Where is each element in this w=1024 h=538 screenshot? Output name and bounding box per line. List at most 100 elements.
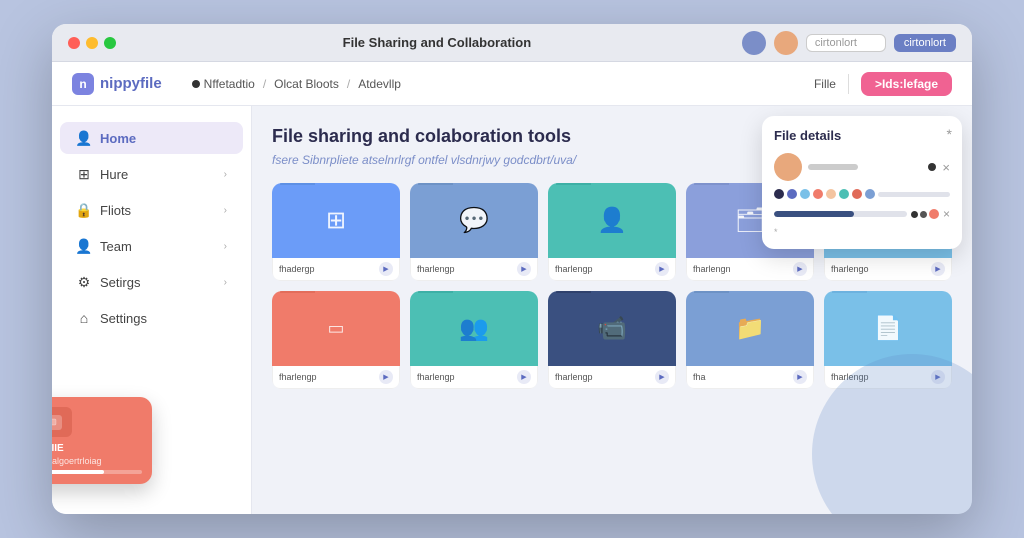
folder-icon-3: 👤: [597, 206, 627, 235]
close-dot[interactable]: [68, 37, 80, 49]
file-details-panel: File details * ×: [762, 116, 962, 249]
floating-progress-fill: [52, 470, 104, 474]
file-card-8[interactable]: 📹 fharlengp ▶: [548, 291, 676, 389]
sidebar-item-settings[interactable]: ⌂ Settings: [60, 302, 243, 334]
panel-close-btn[interactable]: *: [947, 126, 952, 142]
navbar: n nippyfile Nffetadtio / Olcat Bloots / …: [52, 62, 972, 106]
panel-user-row: ×: [774, 153, 950, 181]
folder-play-4[interactable]: ▶: [793, 262, 807, 276]
titlebar-right: cirtonlort: [742, 31, 956, 55]
folder-play-5[interactable]: ▶: [931, 262, 945, 276]
folder-tab-9: [694, 291, 729, 293]
folder-tab-7: [418, 291, 453, 293]
sidebar-item-setirgs-left: ⚙ Setirgs: [76, 274, 140, 290]
breadcrumb-dot: [192, 80, 200, 88]
folder-play-6[interactable]: ▶: [379, 370, 393, 384]
breadcrumb-2[interactable]: Olcat Bloots: [274, 77, 339, 91]
sidebar-item-team[interactable]: 👤 Team ›: [60, 230, 243, 262]
panel-colors-row: [774, 189, 950, 199]
breadcrumb-sep-1: /: [263, 77, 266, 91]
breadcrumb-1[interactable]: Nffetadtio: [192, 77, 255, 91]
panel-dot: [928, 163, 936, 171]
folder-icon-6: ▭: [327, 318, 344, 339]
folder-play-9[interactable]: ▶: [793, 370, 807, 384]
color-dot-2[interactable]: [787, 189, 797, 199]
file-card-9[interactable]: 📁 fha ▶: [686, 291, 814, 389]
folder-icon-9: 📁: [735, 314, 765, 343]
sidebar-item-home[interactable]: 👤 Home: [60, 122, 243, 154]
folder-footer-4: fharlengn ▶: [686, 258, 814, 281]
color-dot-3[interactable]: [800, 189, 810, 199]
titlebar: File Sharing and Collaboration cirtonlor…: [52, 24, 972, 62]
logo: n nippyfile: [72, 73, 162, 95]
sidebar-item-setirgs[interactable]: ⚙ Setirgs ›: [60, 266, 243, 298]
color-dot-1[interactable]: [774, 189, 784, 199]
color-dot-6[interactable]: [839, 189, 849, 199]
settings-icon: ⌂: [76, 310, 92, 326]
navbar-right: Fille >Ids:lefage: [814, 72, 952, 96]
logo-text: nippyfile: [100, 75, 162, 92]
folder-icon-8: 📹: [597, 314, 627, 343]
breadcrumb-3-label: Atdevllp: [358, 77, 401, 91]
app-window: File Sharing and Collaboration cirtonlor…: [52, 24, 972, 514]
folder-play-7[interactable]: ▶: [517, 370, 531, 384]
titlebar-search[interactable]: [806, 34, 886, 52]
folder-tab-1: [280, 183, 315, 185]
folder-footer-2: fharlengp ▶: [410, 258, 538, 281]
sidebar-item-fliots-left: 🔒 Fliots: [76, 202, 131, 218]
folder-play-3[interactable]: ▶: [655, 262, 669, 276]
folder-name-3: fharlengp: [555, 264, 655, 274]
content-area: File sharing and colaboration tools fser…: [252, 106, 972, 514]
sidebar-label-setirgs: Setirgs: [100, 275, 140, 290]
sidebar-label-home: Home: [100, 131, 136, 146]
panel-avatar: [774, 153, 802, 181]
breadcrumb-sep-2: /: [347, 77, 350, 91]
maximize-dot[interactable]: [104, 37, 116, 49]
folder-body-1: ⊞: [272, 183, 400, 258]
sidebar-item-fliots[interactable]: 🔒 Fliots ›: [60, 194, 243, 226]
folder-name-1: fhadergp: [279, 264, 379, 274]
folder-icon-4: 🗂: [735, 206, 765, 235]
panel-x-btn[interactable]: ×: [942, 160, 950, 175]
chevron-icon: ›: [224, 169, 227, 180]
main-layout: 👤 Home ⊞ Hure › 🔒 Fliots ›: [52, 106, 972, 514]
folder-name-2: fharlengp: [417, 264, 517, 274]
folder-play-8[interactable]: ▶: [655, 370, 669, 384]
folder-name-7: fharlengp: [417, 372, 517, 382]
chevron-icon-3: ›: [224, 241, 227, 252]
folder-play-1[interactable]: ▶: [379, 262, 393, 276]
file-card-1[interactable]: ⊞ fhadergp ▶: [272, 183, 400, 281]
file-card-7[interactable]: 👥 fharlengp ▶: [410, 291, 538, 389]
sidebar-item-hure[interactable]: ⊞ Hure ›: [60, 158, 243, 190]
window-title: File Sharing and Collaboration: [132, 35, 742, 50]
floating-progress-bar: [52, 470, 142, 474]
color-dot-5[interactable]: [826, 189, 836, 199]
file-card-2[interactable]: 💬 fharlengp ▶: [410, 183, 538, 281]
progress-dots: [911, 209, 939, 219]
folder-footer-5: fharlengo ▶: [824, 258, 952, 281]
panel-x-btn2[interactable]: ×: [943, 207, 950, 221]
sidebar-label-settings: Settings: [100, 311, 147, 326]
file-card-3[interactable]: 👤 fharlengp ▶: [548, 183, 676, 281]
color-dot-4[interactable]: [813, 189, 823, 199]
titlebar-action-btn[interactable]: cirtonlort: [894, 34, 956, 52]
navbar-divider: [848, 74, 849, 94]
folder-play-2[interactable]: ▶: [517, 262, 531, 276]
file-card-6[interactable]: ▭ fharlengp ▶: [272, 291, 400, 389]
upgrade-button[interactable]: >Ids:lefage: [861, 72, 952, 96]
window-controls: [68, 37, 116, 49]
progress-dot-orange: [929, 209, 939, 219]
breadcrumb-3[interactable]: Atdevllp: [358, 77, 401, 91]
folder-name-8: fharlengp: [555, 372, 655, 382]
folder-body-3: 👤: [548, 183, 676, 258]
folder-name-9: fha: [693, 372, 793, 382]
floating-sublabel: ftendalgoertrloiag: [52, 456, 142, 466]
minimize-dot[interactable]: [86, 37, 98, 49]
sidebar-label-fliots: Fliots: [100, 203, 131, 218]
folder-footer-7: fharlengp ▶: [410, 366, 538, 389]
progress-dot-2: [920, 211, 927, 218]
folder-tab-8: [556, 291, 591, 293]
color-dot-7[interactable]: [852, 189, 862, 199]
color-dot-8[interactable]: [865, 189, 875, 199]
folder-icon-7: 👥: [459, 314, 489, 343]
